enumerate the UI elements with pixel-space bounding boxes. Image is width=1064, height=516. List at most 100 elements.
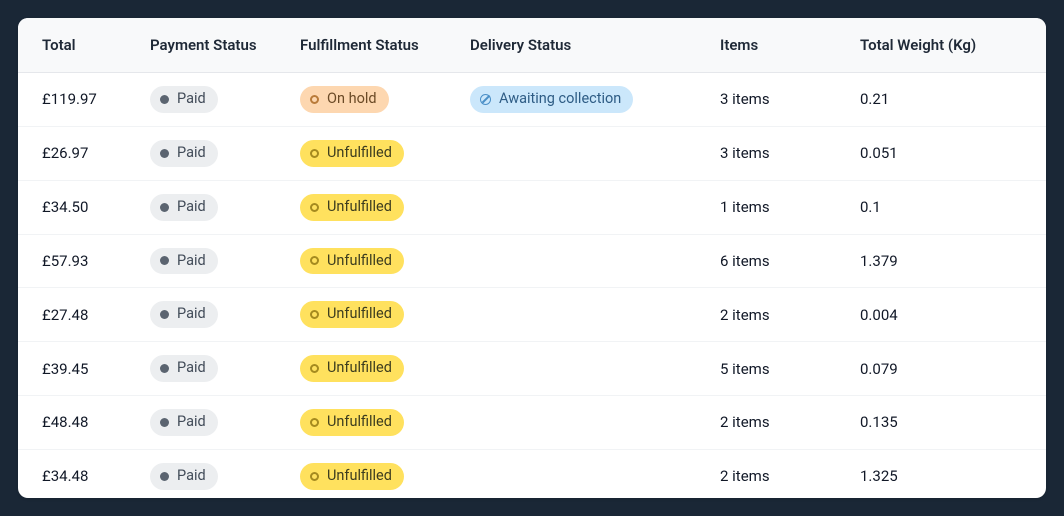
cell-fulfillment: Unfulfilled	[288, 234, 458, 288]
cell-payment: Paid	[138, 73, 288, 127]
cell-items: 3 items	[708, 73, 848, 127]
cell-items: 5 items	[708, 342, 848, 396]
col-header-fulfillment[interactable]: Fulfillment Status	[288, 18, 458, 73]
ring-icon	[310, 310, 319, 319]
fulfillment-status-label: On hold	[327, 90, 377, 109]
ring-icon	[310, 203, 319, 212]
cell-fulfillment: Unfulfilled	[288, 342, 458, 396]
col-header-delivery[interactable]: Delivery Status	[458, 18, 708, 73]
cell-fulfillment: On hold	[288, 73, 458, 127]
payment-status-badge: Paid	[150, 86, 218, 113]
payment-status-label: Paid	[177, 252, 206, 271]
dot-icon	[160, 95, 169, 104]
payment-status-badge: Paid	[150, 355, 218, 382]
fulfillment-status-label: Unfulfilled	[327, 467, 392, 486]
cell-fulfillment: Unfulfilled	[288, 396, 458, 450]
fulfillment-status-badge: Unfulfilled	[300, 194, 404, 221]
table-row[interactable]: £34.50PaidUnfulfilled1 items0.1	[18, 180, 1046, 234]
cell-total: £34.48	[18, 449, 138, 498]
col-header-weight[interactable]: Total Weight (Kg)	[848, 18, 1046, 73]
cell-weight: 0.051	[848, 126, 1046, 180]
orders-table-card: Total Payment Status Fulfillment Status …	[18, 18, 1046, 498]
dot-icon	[160, 310, 169, 319]
cell-weight: 1.379	[848, 234, 1046, 288]
payment-status-badge: Paid	[150, 248, 218, 275]
payment-status-label: Paid	[177, 144, 206, 163]
payment-status-badge: Paid	[150, 194, 218, 221]
payment-status-label: Paid	[177, 305, 206, 324]
cell-total: £34.50	[18, 180, 138, 234]
fulfillment-status-label: Unfulfilled	[327, 359, 392, 378]
cell-total: £57.93	[18, 234, 138, 288]
ring-icon	[310, 95, 319, 104]
cell-delivery	[458, 288, 708, 342]
col-header-items[interactable]: Items	[708, 18, 848, 73]
cell-delivery	[458, 449, 708, 498]
cell-payment: Paid	[138, 396, 288, 450]
cell-payment: Paid	[138, 234, 288, 288]
delivery-status-label: Awaiting collection	[499, 90, 621, 109]
fulfillment-status-badge: Unfulfilled	[300, 463, 404, 490]
payment-status-label: Paid	[177, 413, 206, 432]
fulfillment-status-label: Unfulfilled	[327, 144, 392, 163]
payment-status-badge: Paid	[150, 409, 218, 436]
ring-icon	[310, 149, 319, 158]
dot-icon	[160, 256, 169, 265]
cell-items: 3 items	[708, 126, 848, 180]
cell-delivery	[458, 180, 708, 234]
cell-weight: 0.135	[848, 396, 1046, 450]
cell-total: £119.97	[18, 73, 138, 127]
table-row[interactable]: £26.97PaidUnfulfilled3 items0.051	[18, 126, 1046, 180]
payment-status-label: Paid	[177, 467, 206, 486]
ring-icon	[310, 472, 319, 481]
fulfillment-status-badge: Unfulfilled	[300, 301, 404, 328]
table-header-row: Total Payment Status Fulfillment Status …	[18, 18, 1046, 73]
blocked-icon	[480, 94, 491, 105]
cell-payment: Paid	[138, 342, 288, 396]
fulfillment-status-label: Unfulfilled	[327, 252, 392, 271]
cell-delivery	[458, 234, 708, 288]
cell-weight: 1.325	[848, 449, 1046, 498]
cell-payment: Paid	[138, 126, 288, 180]
fulfillment-status-badge: Unfulfilled	[300, 355, 404, 382]
dot-icon	[160, 418, 169, 427]
table-row[interactable]: £48.48PaidUnfulfilled2 items0.135	[18, 396, 1046, 450]
col-header-payment[interactable]: Payment Status	[138, 18, 288, 73]
cell-delivery	[458, 396, 708, 450]
cell-fulfillment: Unfulfilled	[288, 288, 458, 342]
col-header-total[interactable]: Total	[18, 18, 138, 73]
cell-fulfillment: Unfulfilled	[288, 126, 458, 180]
cell-weight: 0.21	[848, 73, 1046, 127]
fulfillment-status-badge: Unfulfilled	[300, 140, 404, 167]
table-row[interactable]: £34.48PaidUnfulfilled2 items1.325	[18, 449, 1046, 498]
cell-total: £27.48	[18, 288, 138, 342]
payment-status-label: Paid	[177, 198, 206, 217]
dot-icon	[160, 364, 169, 373]
table-row[interactable]: £119.97 Paid On hold Awaiting collection 3 i…	[18, 73, 1046, 127]
dot-icon	[160, 472, 169, 481]
cell-total: £39.45	[18, 342, 138, 396]
table-row[interactable]: £39.45PaidUnfulfilled5 items0.079	[18, 342, 1046, 396]
cell-weight: 0.004	[848, 288, 1046, 342]
payment-status-badge: Paid	[150, 301, 218, 328]
fulfillment-status-badge: On hold	[300, 86, 389, 113]
payment-status-label: Paid	[177, 359, 206, 378]
fulfillment-status-label: Unfulfilled	[327, 198, 392, 217]
cell-delivery	[458, 126, 708, 180]
cell-delivery: Awaiting collection	[458, 73, 708, 127]
cell-weight: 0.1	[848, 180, 1046, 234]
orders-table: Total Payment Status Fulfillment Status …	[18, 18, 1046, 498]
cell-items: 2 items	[708, 396, 848, 450]
ring-icon	[310, 256, 319, 265]
cell-fulfillment: Unfulfilled	[288, 449, 458, 498]
payment-status-badge: Paid	[150, 463, 218, 490]
cell-payment: Paid	[138, 180, 288, 234]
table-row[interactable]: £27.48PaidUnfulfilled2 items0.004	[18, 288, 1046, 342]
payment-status-label: Paid	[177, 90, 206, 109]
payment-status-badge: Paid	[150, 140, 218, 167]
fulfillment-status-label: Unfulfilled	[327, 305, 392, 324]
table-row[interactable]: £57.93PaidUnfulfilled6 items1.379	[18, 234, 1046, 288]
fulfillment-status-badge: Unfulfilled	[300, 409, 404, 436]
dot-icon	[160, 149, 169, 158]
ring-icon	[310, 364, 319, 373]
